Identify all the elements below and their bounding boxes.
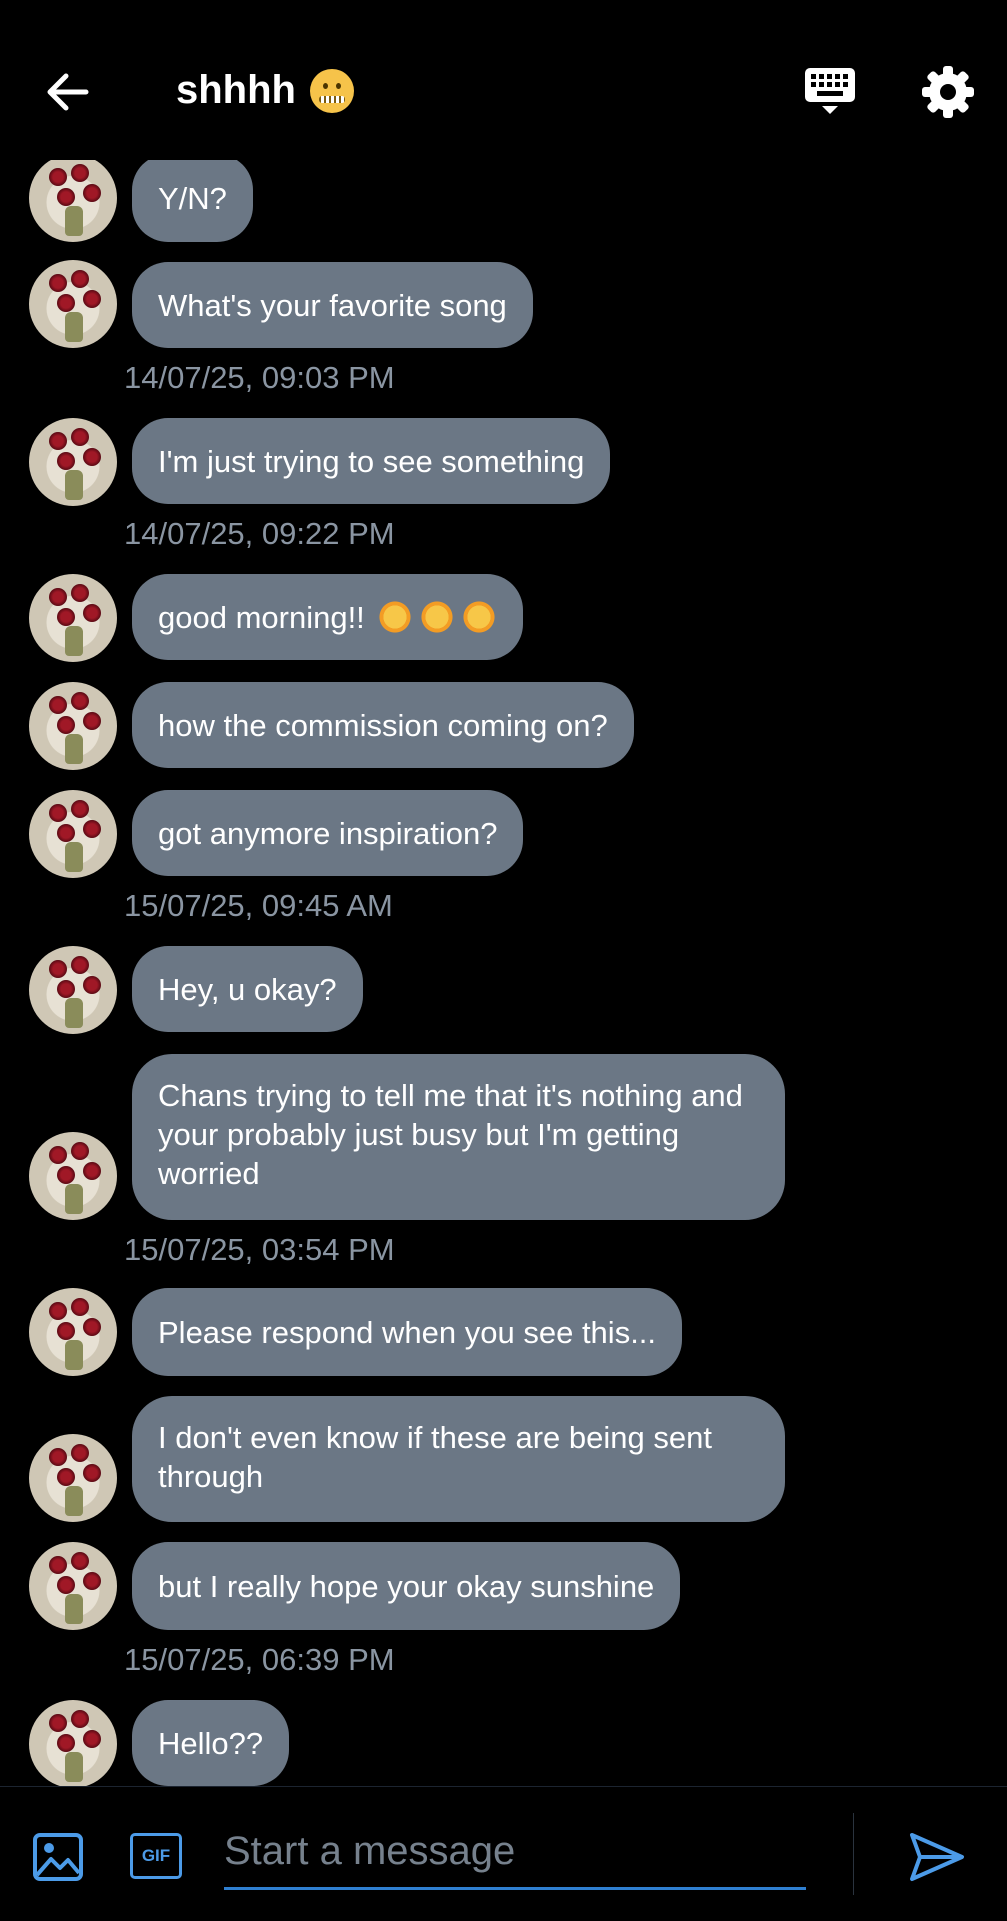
avatar[interactable] [29,418,117,506]
avatar[interactable] [29,154,117,242]
message-bubble[interactable]: Please respond when you see this... [132,1288,683,1376]
avatar[interactable] [29,574,117,662]
message-timestamp: 14/07/25, 09:22 PM [124,516,395,551]
arrow-left-icon [47,73,89,111]
message-bubble[interactable]: how the commission coming on? [132,682,634,768]
message-text: good morning!! [158,599,365,635]
message-bubble[interactable]: What's your favorite song [132,262,533,348]
back-button[interactable] [40,64,96,120]
settings-button[interactable] [918,62,978,122]
message-timestamp: 14/07/25, 09:03 PM [124,360,395,395]
send-button[interactable] [908,1831,966,1883]
message-bubble[interactable]: got anymore inspiration? [132,790,524,876]
sun-emoji-icon [376,599,413,635]
keyboard-icon [805,68,855,114]
zipper-mouth-face-icon [309,68,354,113]
avatar[interactable] [29,1132,117,1220]
gear-icon [922,66,974,118]
keyboard-button[interactable] [800,62,860,122]
chat-header: shhhh [0,0,1007,160]
message-bubble[interactable]: Chans trying to tell me that it's nothin… [132,1054,785,1220]
avatar[interactable] [29,1700,117,1786]
avatar[interactable] [29,1288,117,1376]
sun-emoji-icon [460,599,497,635]
message-input[interactable] [224,1815,806,1890]
message-bubble[interactable]: Y/N? [132,154,253,242]
message-bubble[interactable]: but I really hope your okay sunshine [132,1542,681,1630]
message-bubble[interactable]: I'm just trying to see something [132,418,611,504]
avatar[interactable] [29,1434,117,1522]
message-timestamp: 15/07/25, 03:54 PM [124,1232,395,1267]
attach-image-button[interactable] [32,1831,84,1883]
message-bubble[interactable]: good morning!! [132,574,523,660]
send-icon [910,1833,964,1881]
composer-divider [853,1813,854,1895]
gif-label: GIF [141,1846,171,1865]
avatar[interactable] [29,790,117,878]
sun-emoji-icon [418,599,455,635]
message-bubble[interactable]: Hey, u okay? [132,946,363,1032]
image-icon [33,1833,83,1881]
avatar[interactable] [29,682,117,770]
gif-button[interactable]: GIF [130,1833,182,1879]
conversation-title[interactable]: shhhh [176,68,354,113]
message-bubble[interactable]: I don't even know if these are being sen… [132,1396,785,1522]
message-bubble[interactable]: Hello?? [132,1700,290,1786]
message-timestamp: 15/07/25, 09:45 AM [124,888,393,923]
avatar[interactable] [29,946,117,1034]
avatar[interactable] [29,260,117,348]
avatar[interactable] [29,1542,117,1630]
message-timestamp: 15/07/25, 06:39 PM [124,1642,395,1677]
message-list[interactable]: Y/N? What's your favorite song 14/07/25,… [0,0,1007,1786]
message-composer: GIF [0,1786,1007,1921]
conversation-name: shhhh [176,68,296,112]
